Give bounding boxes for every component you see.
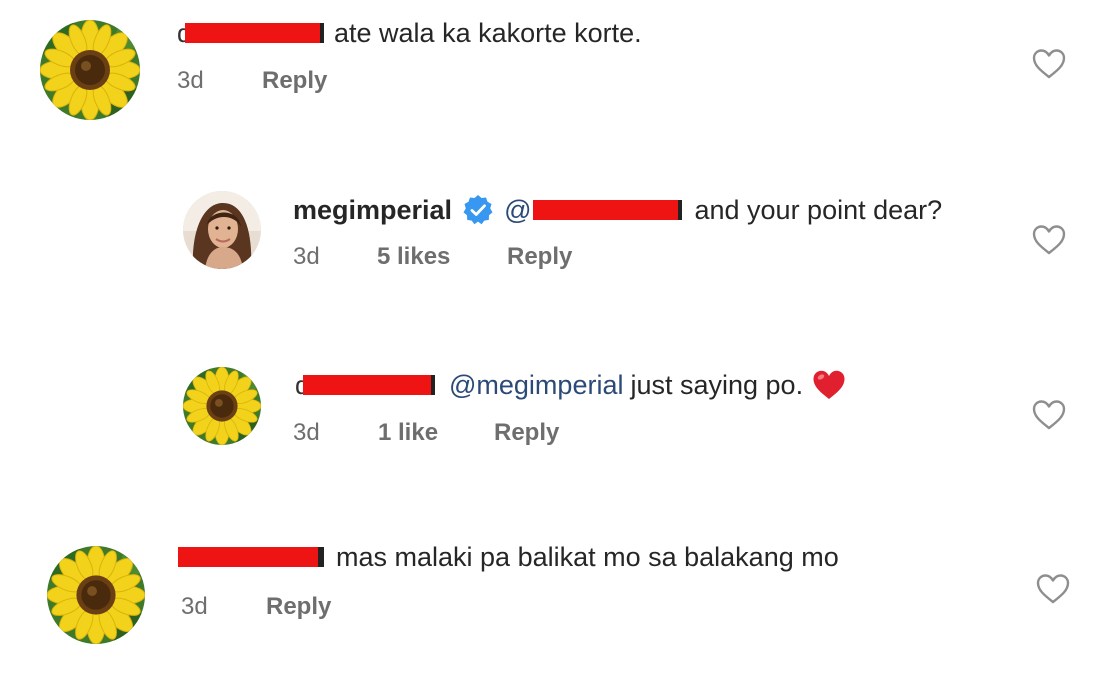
timestamp: 3d — [181, 593, 208, 620]
like-heart-icon[interactable] — [1036, 573, 1070, 605]
comment-text: ate wala ka kakorte korte. — [334, 18, 642, 48]
comment-text: and your point dear? — [694, 195, 943, 225]
timestamp: 3d — [293, 419, 320, 446]
comment-meta: 3d Reply — [181, 592, 481, 622]
reply-button[interactable]: Reply — [494, 418, 559, 448]
likes-count[interactable]: 1 like — [378, 418, 438, 448]
comment-text: mas malaki pa balikat mo sa balakang mo — [336, 542, 839, 572]
redacted-username — [178, 547, 318, 567]
comment-meta: 3d 5 likes Reply — [293, 242, 693, 272]
comment-text: just saying po. — [630, 370, 804, 400]
like-heart-icon[interactable] — [1032, 224, 1066, 256]
comment-body: megimperial @ and your point dear? — [293, 193, 942, 227]
reply-button[interactable]: Reply — [266, 592, 331, 622]
mention-prefix[interactable]: @ — [504, 193, 531, 227]
comment-body: mas malaki pa balikat mo sa balakang mo — [178, 540, 839, 574]
comment-body: ɑ ate wala ka kakorte korte. — [177, 16, 642, 50]
comment-1: ɑ ate wala ka kakorte korte. 3d Reply — [0, 0, 1120, 120]
comment-reply-2: ɑ @megimperial just saying po. 3d 1 like… — [0, 352, 1120, 472]
like-heart-icon[interactable] — [1032, 399, 1066, 431]
verified-badge-icon — [462, 194, 494, 226]
like-heart-icon[interactable] — [1032, 48, 1066, 80]
sunflower-avatar[interactable] — [183, 367, 261, 445]
reply-button[interactable]: Reply — [507, 242, 572, 272]
sunflower-avatar[interactable] — [47, 546, 145, 644]
mention[interactable]: @megimperial — [449, 368, 623, 402]
comment-meta: 3d 1 like Reply — [293, 418, 693, 448]
comment-reply-megimperial: megimperial @ and your point dear? 3d 5 … — [0, 176, 1120, 296]
sunflower-avatar[interactable] — [40, 20, 140, 120]
redacted-username — [303, 375, 431, 395]
timestamp: 3d — [177, 67, 204, 94]
comment-body: ɑ @megimperial just saying po. — [295, 368, 847, 402]
likes-count[interactable]: 5 likes — [377, 242, 450, 272]
red-heart-emoji-icon — [811, 369, 847, 401]
redacted-username — [185, 23, 320, 43]
username[interactable]: megimperial — [293, 193, 452, 227]
timestamp: 3d — [293, 243, 320, 270]
comment-meta: 3d Reply — [177, 66, 477, 96]
comment-4: mas malaki pa balikat mo sa balakang mo … — [0, 528, 1120, 648]
redacted-mention — [533, 200, 679, 220]
redacted-username-fragment: ɑ — [295, 372, 309, 398]
profile-photo-avatar[interactable] — [183, 191, 261, 269]
redacted-username-fragment: ɑ — [177, 20, 191, 46]
reply-button[interactable]: Reply — [262, 66, 327, 96]
